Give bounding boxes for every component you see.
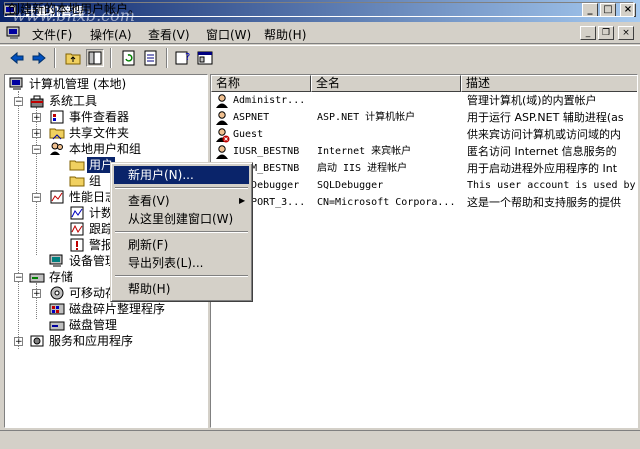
export-icon[interactable]	[142, 49, 160, 67]
properties-icon[interactable]	[196, 49, 214, 67]
menu-file[interactable]: 文件(F)	[32, 26, 72, 43]
menu-action[interactable]: 操作(A)	[90, 26, 132, 43]
ctx-help[interactable]: 帮助(H)	[114, 280, 249, 298]
column-header-fullname[interactable]: 全名	[311, 75, 461, 92]
disk-management-icon	[49, 317, 65, 333]
cell-fullname: SQLDebugger	[317, 180, 384, 191]
cell-description: 用于启动进程外应用程序的 Int	[467, 162, 618, 175]
user-icon	[214, 93, 230, 109]
folder-icon	[69, 173, 85, 189]
tree-item-event-viewer[interactable]: 事件查看器	[69, 109, 129, 125]
cell-name[interactable]: ASPNET	[233, 110, 309, 126]
inner-minimize-button[interactable]: _	[580, 26, 596, 40]
user-icon	[214, 110, 230, 126]
expand-icon[interactable]: +	[32, 129, 41, 139]
cell-description: This user account is used by	[467, 180, 636, 191]
context-menu: 新用户(N)... 查看(V) ▶ 从这里创建窗口(W) 刷新(F) 导出列表(…	[110, 162, 253, 302]
expand-icon[interactable]: +	[32, 289, 41, 299]
status-text: 创建新的本地用户帐户。	[4, 2, 634, 17]
cell-fullname: Internet 来宾帐户	[317, 146, 412, 157]
trace-log-icon	[69, 221, 85, 237]
services-icon	[29, 333, 45, 349]
back-icon[interactable]	[8, 49, 26, 67]
tree-item-groups[interactable]: 组	[89, 173, 101, 189]
ctx-refresh[interactable]: 刷新(F)	[114, 236, 249, 254]
user-icon	[214, 144, 230, 160]
storage-icon	[29, 269, 45, 285]
cell-name[interactable]: Administr...	[233, 93, 309, 109]
ctx-new-window[interactable]: 从这里创建窗口(W)	[114, 210, 249, 228]
tree-root[interactable]: 计算机管理 (本地)	[29, 76, 126, 92]
users-group-icon	[49, 141, 65, 157]
ctx-new-user[interactable]: 新用户(N)...	[114, 166, 249, 184]
expand-icon[interactable]: +	[32, 113, 41, 123]
status-bar	[0, 430, 640, 449]
column-header-description[interactable]: 描述	[461, 75, 637, 92]
tree-item-system-tools[interactable]: 系统工具	[49, 93, 97, 109]
toolbar-separator	[166, 48, 168, 68]
tree-item-defrag[interactable]: 磁盘碎片整理程序	[69, 301, 165, 317]
collapse-icon[interactable]: −	[32, 145, 41, 155]
disabled-user-icon	[214, 127, 230, 143]
removable-storage-icon	[49, 285, 65, 301]
tree-item-shared-folders[interactable]: 共享文件夹	[69, 125, 129, 141]
cell-description: 用于运行 ASP.NET 辅助进程(as	[467, 111, 624, 124]
folder-icon	[69, 157, 85, 173]
inner-restore-button[interactable]: ❐	[598, 26, 614, 40]
computer-icon	[9, 76, 25, 92]
help-icon[interactable]: ?	[174, 49, 192, 67]
toolbar-separator	[54, 48, 56, 68]
counter-log-icon	[69, 205, 85, 221]
collapse-icon[interactable]: −	[14, 273, 23, 283]
ctx-view[interactable]: 查看(V)	[114, 192, 249, 210]
tree-item-services-apps[interactable]: 服务和应用程序	[49, 333, 133, 349]
cell-fullname: ASP.NET 计算机帐户	[317, 112, 416, 123]
collapse-icon[interactable]: −	[14, 97, 23, 107]
tree-item-local-users-groups[interactable]: 本地用户和组	[69, 141, 141, 157]
refresh-icon[interactable]	[120, 49, 138, 67]
alert-icon	[69, 237, 85, 253]
menu-view[interactable]: 查看(V)	[148, 26, 190, 43]
cell-name[interactable]: Guest	[233, 127, 309, 143]
column-header-name[interactable]: 名称	[211, 75, 311, 92]
tree-item-disk-management[interactable]: 磁盘管理	[69, 317, 117, 333]
toolbox-icon	[29, 93, 45, 109]
menu-window[interactable]: 窗口(W)	[206, 26, 251, 43]
cell-description: 这是一个帮助和支持服务的提供	[467, 196, 621, 209]
list-pane[interactable]: 名称 全名 描述 Administr... 管理计算机(域)的内置帐户 ASPNET…	[210, 74, 638, 428]
cell-description: 匿名访问 Internet 信息服务的	[467, 145, 617, 158]
submenu-arrow-icon: ▶	[239, 196, 246, 205]
tree-line	[18, 91, 19, 349]
tree-item-storage[interactable]: 存储	[49, 269, 73, 285]
cell-fullname: CN=Microsoft Corpora...	[317, 197, 456, 208]
performance-icon	[49, 189, 65, 205]
ctx-export-list[interactable]: 导出列表(L)...	[114, 254, 249, 272]
cell-fullname: 启动 IIS 进程帐户	[317, 163, 408, 174]
collapse-icon[interactable]: −	[32, 193, 41, 203]
shared-folder-icon	[49, 125, 65, 141]
menu-help[interactable]: 帮助(H)	[264, 26, 306, 43]
show-tree-icon[interactable]	[86, 49, 104, 67]
svg-text:?: ?	[185, 52, 190, 63]
cell-description: 管理计算机(域)的内置帐户	[467, 94, 597, 107]
forward-icon[interactable]	[30, 49, 48, 67]
up-folder-icon[interactable]	[64, 49, 82, 67]
cell-name[interactable]: IUSR_BESTNB	[233, 144, 309, 160]
menu-separator	[115, 231, 248, 233]
inner-close-button[interactable]: ×	[618, 26, 634, 40]
menu-separator	[115, 275, 248, 277]
expand-icon[interactable]: +	[14, 337, 23, 347]
toolbar-separator	[110, 48, 112, 68]
defrag-icon	[49, 301, 65, 317]
menu-separator	[115, 187, 248, 189]
mmc-icon[interactable]	[6, 25, 22, 41]
device-manager-icon	[49, 253, 65, 269]
event-viewer-icon	[49, 109, 65, 125]
cell-description: 供来宾访问计算机或访问域的内	[467, 128, 621, 141]
